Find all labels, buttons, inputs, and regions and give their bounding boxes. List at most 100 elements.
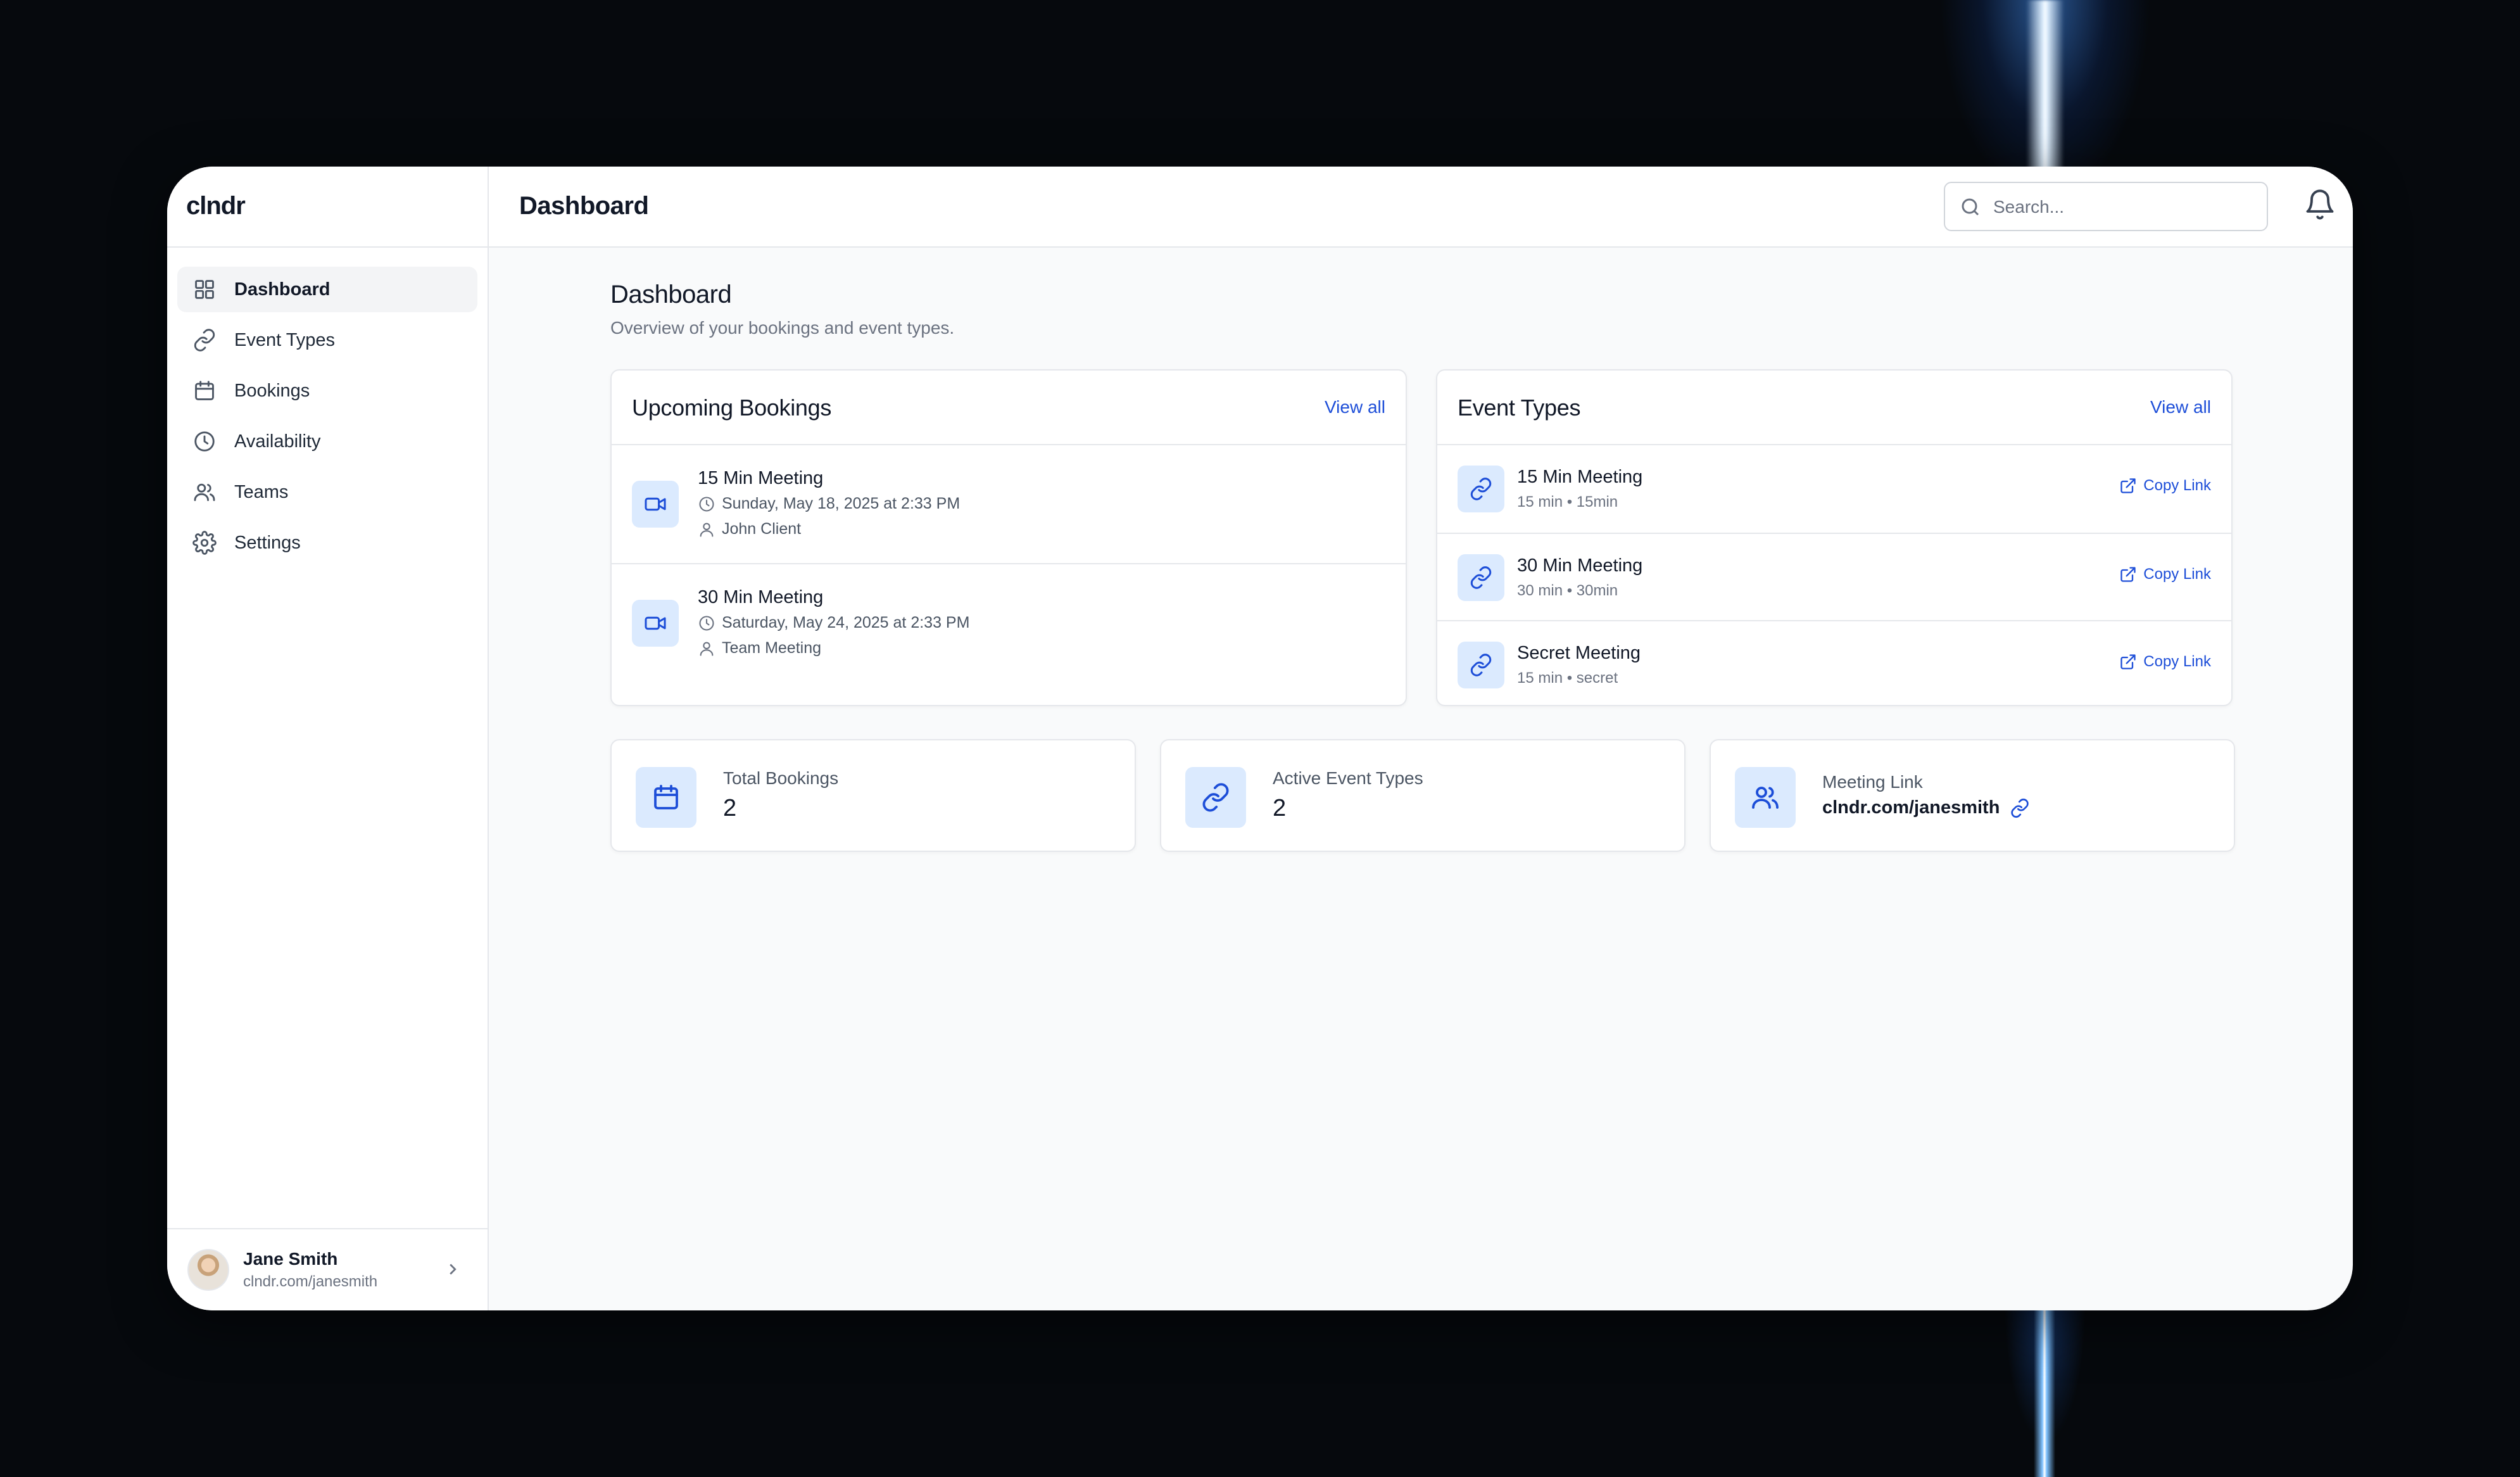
backdrop-light-beam-bottom <box>2034 1305 2055 1477</box>
booking-attendee: Team Meeting <box>698 639 821 657</box>
sidebar-item-label: Event Types <box>234 329 336 350</box>
stat-value: 2 <box>1273 795 1287 821</box>
gear-icon <box>192 531 217 555</box>
page-title: Dashboard <box>610 281 732 308</box>
event-type-meta: 15 min • 15min <box>1517 493 1618 510</box>
event-types-card: Event Types View all 15 Min Meeting 15 m… <box>1436 369 2233 706</box>
users-icon <box>1735 767 1796 828</box>
event-type-row[interactable]: 30 Min Meeting 30 min • 30min Copy Link <box>1437 533 2231 620</box>
topbar: Dashboard <box>489 167 2353 248</box>
sidebar-item-label: Settings <box>234 532 301 553</box>
link-icon <box>1458 466 1504 512</box>
grid-icon <box>195 280 214 299</box>
booking-row[interactable]: 30 Min Meeting Saturday, May 24, 2025 at… <box>612 563 1406 681</box>
user-icon <box>700 642 714 656</box>
event-type-row[interactable]: 15 Min Meeting 15 min • 15min Copy Link <box>1437 445 2231 533</box>
copy-link-button[interactable]: Copy Link <box>2119 566 2211 583</box>
clock-icon <box>699 496 714 512</box>
booking-title: 15 Min Meeting <box>698 468 824 488</box>
calendar-icon <box>195 381 214 400</box>
meeting-link-text: clndr.com/janesmith <box>1822 797 2000 818</box>
sidebar-item-label: Bookings <box>234 380 310 401</box>
event-type-row[interactable]: Secret Meeting 15 min • secret Copy Link <box>1437 620 2231 707</box>
link-icon <box>194 329 215 352</box>
stat-label: Active Event Types <box>1273 768 1423 788</box>
video-icon <box>632 481 679 528</box>
clock-icon <box>699 615 714 631</box>
sidebar-item-bookings[interactable]: Bookings <box>177 368 477 414</box>
copy-link-label: Copy Link <box>2143 566 2211 583</box>
copy-link-button[interactable]: Copy Link <box>2119 653 2211 671</box>
clock-icon <box>194 431 215 452</box>
card-title: Event Types <box>1458 395 1581 421</box>
stat-value: 2 <box>723 795 737 821</box>
copy-link-label: Copy Link <box>2143 477 2211 494</box>
sidebar: clndr Dashboard Event Types Bookings Ava… <box>167 167 489 1310</box>
sidebar-nav: Dashboard Event Types Bookings Availabil… <box>167 248 488 566</box>
bell-icon[interactable] <box>2303 188 2336 221</box>
search-box[interactable] <box>1944 182 2268 231</box>
link-icon <box>1458 642 1504 688</box>
search-input[interactable] <box>1992 192 2248 222</box>
link-icon <box>1458 554 1504 601</box>
total-bookings-card: Total Bookings 2 <box>610 739 1136 852</box>
calendar-icon <box>636 767 696 828</box>
external-link-icon <box>2120 567 2136 582</box>
user-info: Jane Smith clndr.com/janesmith <box>243 1249 377 1291</box>
bookings-view-all-link[interactable]: View all <box>1325 397 1385 417</box>
sidebar-item-availability[interactable]: Availability <box>177 419 477 464</box>
card-title: Upcoming Bookings <box>632 395 832 421</box>
event-type-title: 15 Min Meeting <box>1517 467 1643 487</box>
link-icon[interactable] <box>2010 798 2030 818</box>
meeting-link[interactable]: clndr.com/janesmith <box>1822 797 2030 818</box>
booking-datetime-text: Saturday, May 24, 2025 at 2:33 PM <box>722 614 970 631</box>
sidebar-item-settings[interactable]: Settings <box>177 520 477 566</box>
sidebar-item-label: Teams <box>234 481 289 502</box>
booking-row[interactable]: 15 Min Meeting Sunday, May 18, 2025 at 2… <box>612 445 1406 563</box>
event-type-meta: 30 min • 30min <box>1517 582 1618 599</box>
page-subtitle: Overview of your bookings and event type… <box>610 318 955 338</box>
avatar <box>187 1249 229 1291</box>
copy-link-button[interactable]: Copy Link <box>2119 477 2211 495</box>
main-content: Dashboard Overview of your bookings and … <box>610 281 2233 706</box>
sidebar-item-label: Dashboard <box>234 279 331 300</box>
event-types-view-all-link[interactable]: View all <box>2150 397 2211 417</box>
booking-attendee-text: Team Meeting <box>722 639 822 657</box>
sidebar-item-dashboard[interactable]: Dashboard <box>177 267 477 312</box>
booking-attendee-text: John Client <box>722 520 802 538</box>
meeting-link-card: Meeting Link clndr.com/janesmith <box>1710 739 2235 852</box>
external-link-icon <box>2120 478 2136 493</box>
search-icon <box>1962 198 1979 216</box>
stat-label: Meeting Link <box>1822 772 1923 792</box>
card-header: Upcoming Bookings View all <box>612 371 1406 445</box>
stat-label: Total Bookings <box>723 768 839 788</box>
booking-datetime-text: Sunday, May 18, 2025 at 2:33 PM <box>722 495 961 512</box>
user-icon <box>700 523 714 537</box>
backdrop-light-beam <box>2026 0 2064 190</box>
event-type-title: Secret Meeting <box>1517 643 1641 663</box>
link-icon <box>1185 767 1246 828</box>
external-link-icon <box>2120 654 2136 669</box>
sidebar-item-label: Availability <box>234 431 321 452</box>
booking-datetime: Saturday, May 24, 2025 at 2:33 PM <box>698 614 969 632</box>
event-type-title: 30 Min Meeting <box>1517 555 1643 576</box>
copy-link-label: Copy Link <box>2143 653 2211 670</box>
booking-attendee: John Client <box>698 520 801 538</box>
users-icon <box>194 483 215 502</box>
sidebar-item-event-types[interactable]: Event Types <box>177 317 477 363</box>
sidebar-item-teams[interactable]: Teams <box>177 469 477 515</box>
card-header: Event Types View all <box>1437 371 2231 445</box>
brand-logo[interactable]: clndr <box>167 167 488 248</box>
event-type-meta: 15 min • secret <box>1517 669 1618 687</box>
booking-title: 30 Min Meeting <box>698 587 824 607</box>
active-event-types-card: Active Event Types 2 <box>1160 739 1685 852</box>
upcoming-bookings-card: Upcoming Bookings View all 15 Min Meetin… <box>610 369 1407 706</box>
chevron-right-icon[interactable] <box>443 1260 462 1279</box>
user-profile-menu[interactable]: Jane Smith clndr.com/janesmith <box>167 1228 488 1310</box>
user-name: Jane Smith <box>243 1249 338 1269</box>
booking-datetime: Sunday, May 18, 2025 at 2:33 PM <box>698 495 960 513</box>
header-title: Dashboard <box>519 192 649 220</box>
user-url: clndr.com/janesmith <box>243 1273 378 1290</box>
app-window: clndr Dashboard Event Types Bookings Ava… <box>167 167 2353 1310</box>
video-icon <box>632 600 679 647</box>
